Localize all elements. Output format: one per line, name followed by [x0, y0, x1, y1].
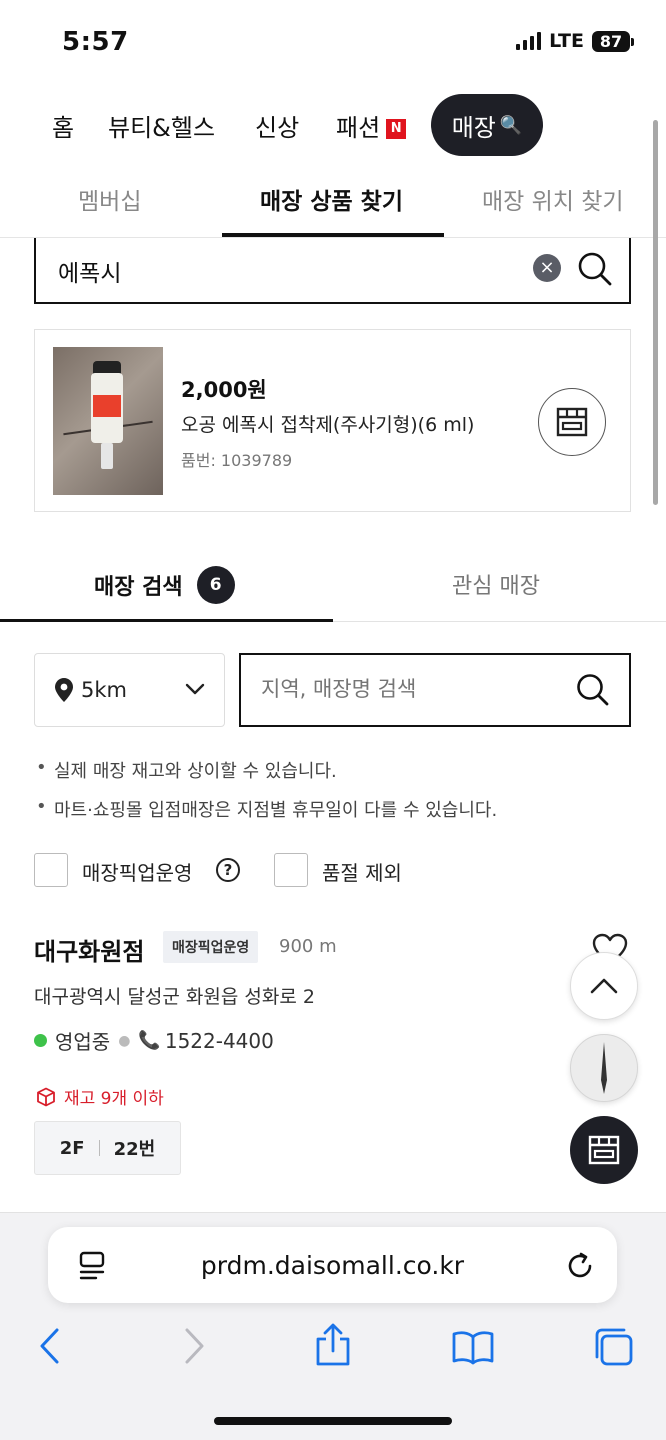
- status-indicators: LTE 87: [516, 30, 634, 52]
- nav-item-fashion-label: 패션: [336, 114, 381, 142]
- notice-list: 실제 매장 재고와 상이할 수 있습니다. 마트·쇼핑몰 입점매장은 지점별 휴…: [34, 757, 634, 835]
- separator-dot: ●: [118, 1032, 131, 1049]
- nav-item-home[interactable]: 홈: [52, 108, 74, 143]
- region-search-input[interactable]: [261, 677, 561, 701]
- new-badge: N: [386, 119, 407, 139]
- product-name: 오공 에폭시 접착제(주사기형)(6 ml): [181, 414, 475, 436]
- exclude-soldout-label: 품절 제외: [322, 861, 402, 885]
- exclude-soldout-checkbox[interactable]: [274, 853, 308, 887]
- pickup-checkbox[interactable]: [34, 853, 68, 887]
- tab-store-search-label: 매장 검색: [94, 575, 183, 600]
- tab-store-product-search[interactable]: 매장 상품 찾기: [260, 182, 403, 216]
- store-phone[interactable]: 1522-4400: [165, 1029, 274, 1053]
- store-tabs: 매장 검색 6 관심 매장: [0, 540, 666, 622]
- stock-info: 재고 9개 이하: [36, 1084, 164, 1109]
- active-store-tab-indicator: [0, 619, 333, 622]
- nav-item-new[interactable]: 신상: [255, 108, 299, 143]
- product-search-box: 에폭시 ×: [34, 238, 631, 304]
- stock-text: 재고 9개 이하: [64, 1089, 164, 1109]
- store-address: 대구광역시 달성군 화원읍 성화로 2: [34, 986, 315, 1008]
- notice-item: 실제 매장 재고와 상이할 수 있습니다.: [34, 757, 634, 796]
- store-view-button[interactable]: [538, 388, 606, 456]
- product-code: 품번: 1039789: [181, 451, 293, 470]
- active-tab-indicator: [222, 233, 444, 237]
- pickup-tag: 매장픽업운영: [163, 931, 259, 963]
- status-time: 5:57: [62, 27, 129, 57]
- nav-item-store[interactable]: 매장 🔍: [431, 94, 543, 156]
- product-search-input[interactable]: 에폭시: [58, 254, 121, 288]
- signal-icon: [516, 32, 542, 50]
- pen-button[interactable]: [570, 1034, 638, 1102]
- store-distance: 900 m: [279, 936, 337, 957]
- shelf-slot: 22번: [113, 1139, 156, 1160]
- sub-tabs: 멤버십 매장 상품 찾기 매장 위치 찾기: [0, 166, 666, 238]
- status-bar: 5:57 LTE 87: [0, 0, 666, 88]
- notice-item: 마트·쇼핑몰 입점매장은 지점별 휴무일이 다를 수 있습니다.: [34, 796, 634, 835]
- reload-icon[interactable]: [565, 1251, 595, 1281]
- region-search-box: [239, 653, 631, 727]
- nav-item-store-label: 매장: [451, 113, 496, 142]
- home-indicator: [214, 1417, 452, 1425]
- battery-icon: 87: [592, 30, 634, 52]
- shelf-floor: 2F: [59, 1137, 85, 1159]
- filter-checkboxes: 매장픽업운영 ? 품절 제외: [34, 853, 634, 889]
- location-pin-icon: [55, 678, 73, 702]
- bookmarks-icon[interactable]: [451, 1329, 495, 1365]
- product-card[interactable]: 2,000원 오공 에폭시 접착제(주사기형)(6 ml) 품번: 103978…: [34, 329, 631, 512]
- share-icon[interactable]: [313, 1323, 353, 1367]
- scrollbar[interactable]: [653, 120, 658, 505]
- store-name[interactable]: 대구화원점: [34, 932, 144, 967]
- store-count-badge: 6: [196, 566, 235, 604]
- network-label: LTE: [549, 30, 584, 52]
- tab-store-search[interactable]: 매장 검색 6: [94, 566, 235, 604]
- nav-item-beauty[interactable]: 뷰티&헬스: [108, 108, 215, 143]
- store-status: 영업중: [55, 1030, 111, 1054]
- storefront-icon: [588, 1135, 620, 1165]
- search-icon[interactable]: [576, 250, 614, 288]
- help-icon[interactable]: ?: [216, 858, 240, 882]
- shelf-location: 2F 22번: [34, 1121, 181, 1175]
- storefront-icon: [556, 407, 588, 437]
- pen-icon: [601, 1042, 607, 1094]
- tab-favorite-stores[interactable]: 관심 매장: [452, 568, 540, 600]
- magnifier-emoji-icon: 🔍: [499, 114, 523, 136]
- chevron-down-icon: [185, 683, 205, 695]
- pickup-checkbox-label: 매장픽업운영: [82, 861, 193, 885]
- scroll-to-top-button[interactable]: [570, 952, 638, 1020]
- product-price: 2,000원: [181, 378, 267, 402]
- distance-value: 5km: [81, 678, 127, 702]
- product-image: [53, 347, 163, 495]
- chevron-up-icon: [590, 978, 618, 994]
- store-status-row: 영업중 ● 📞 1522-4400: [34, 1026, 274, 1055]
- open-status-dot: [34, 1034, 47, 1047]
- browser-toolbar: prdm.daisomall.co.kr: [0, 1212, 666, 1440]
- tab-membership[interactable]: 멤버십: [78, 182, 141, 216]
- box-icon: [37, 1087, 55, 1106]
- store-fab-button[interactable]: [570, 1116, 638, 1184]
- forward-icon[interactable]: [182, 1327, 206, 1365]
- top-nav: 홈 뷰티&헬스 신상 패션 N 매장 🔍: [0, 94, 666, 156]
- search-icon[interactable]: [575, 672, 611, 708]
- tab-store-location[interactable]: 매장 위치 찾기: [482, 182, 624, 216]
- clear-search-button[interactable]: ×: [533, 254, 561, 282]
- url-text: prdm.daisomall.co.kr: [200, 1251, 465, 1280]
- divider: [98, 1140, 100, 1156]
- tabs-icon[interactable]: [593, 1327, 635, 1367]
- phone-icon: 📞: [138, 1030, 161, 1051]
- distance-select[interactable]: 5km: [34, 653, 225, 727]
- nav-item-fashion[interactable]: 패션 N: [336, 108, 407, 143]
- back-icon[interactable]: [38, 1327, 62, 1365]
- address-bar[interactable]: prdm.daisomall.co.kr: [48, 1227, 617, 1303]
